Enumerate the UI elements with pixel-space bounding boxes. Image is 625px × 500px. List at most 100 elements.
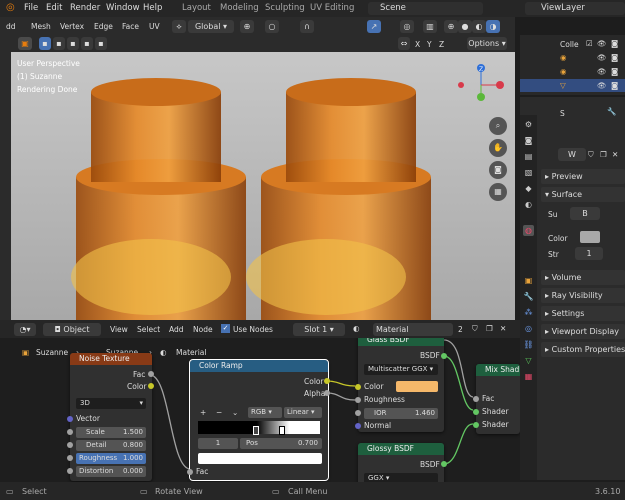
color-swatch[interactable] [580, 231, 600, 243]
stop-index-field[interactable]: 1 [198, 438, 238, 449]
color-ramp-node[interactable]: Color Ramp Color Alpha + − ⌄ RGB ▾ Linea… [187, 359, 330, 481]
orientation-dropdown[interactable]: Global ▾ [188, 20, 234, 33]
tab-layout[interactable]: Layout [182, 3, 211, 13]
glass-bsdf-node[interactable]: Glass BSDF BSDF Multiscatter GGX ▾ Color… [355, 338, 447, 432]
view-layer-selector[interactable]: ViewLayer [525, 2, 625, 15]
socket-vector-in[interactable] [67, 416, 73, 422]
pan-hand-icon[interactable]: ✋ [489, 139, 507, 157]
outliner-checkbox-icon[interactable]: ☑ [586, 39, 593, 48]
material-tab-icon[interactable]: ◍ [523, 225, 534, 236]
socket-ior-in[interactable] [355, 410, 361, 416]
copy-icon[interactable]: ❐ [600, 150, 607, 159]
object-tab-icon[interactable]: ▣ [523, 275, 534, 286]
transform-pivot-button[interactable]: ⟡ [172, 20, 186, 33]
physics-tab-icon[interactable]: ◎ [523, 323, 534, 334]
blender-logo-icon[interactable]: ◎ [6, 2, 15, 13]
menu-view[interactable]: View [110, 325, 128, 334]
gizmo-toggle-button[interactable]: ↗ [367, 20, 381, 33]
socket-distortion-in[interactable] [67, 468, 73, 474]
fake-user-icon[interactable]: ⛉ [472, 324, 478, 334]
mirror-x[interactable]: X [415, 40, 420, 49]
preview-panel[interactable]: ▸ Preview [541, 169, 625, 184]
color-mode-dropdown[interactable]: RGB ▾ [248, 407, 282, 418]
socket-shader-in-1[interactable] [473, 409, 479, 415]
color-ramp-header[interactable]: Color Ramp [190, 360, 328, 372]
noise-scale-field[interactable]: Scale 1.500 [76, 427, 146, 438]
material-slot-field[interactable]: W [558, 148, 586, 161]
custom-properties-panel[interactable]: ▸ Custom Properties [541, 342, 625, 357]
falloff-button[interactable]: ∩ [300, 20, 314, 33]
ramp-stop-1[interactable] [253, 426, 259, 435]
outliner-selected-row[interactable]: ▽ 👁 ◙ [520, 79, 625, 92]
menu-node-add[interactable]: Add [169, 325, 184, 334]
volume-panel[interactable]: ▸ Volume [541, 270, 625, 285]
menu-uv[interactable]: UV [149, 22, 160, 31]
material-users-count[interactable]: 2 [458, 325, 463, 334]
menu-help[interactable]: Help [143, 3, 162, 13]
overlay-button[interactable]: ◎ [400, 20, 414, 33]
outliner-camera-icon[interactable]: ◙ [611, 81, 618, 90]
menu-window[interactable]: Window [106, 3, 140, 13]
menu-face[interactable]: Face [122, 22, 139, 31]
add-stop-button[interactable]: + [200, 408, 206, 417]
ramp-gradient-bar[interactable] [198, 421, 320, 434]
ramp-menu-chevron-icon[interactable]: ⌄ [232, 408, 238, 417]
view-layer-tab-icon[interactable]: ▧ [523, 167, 534, 178]
mix-node-header[interactable]: Mix Shad [476, 364, 520, 376]
socket-scale-in[interactable] [67, 429, 73, 435]
output-tab-icon[interactable]: ▤ [523, 151, 534, 162]
node-editor[interactable]: ▣ Suzanne › Suzanne › ◐ Material Noise T… [0, 338, 520, 482]
select-mode-invert-icon[interactable]: ▪ [81, 37, 93, 50]
modifier-tab-icon[interactable]: 🔧 [523, 291, 534, 302]
material-name-field[interactable]: Material [373, 323, 453, 336]
search-s-label[interactable]: S [560, 109, 565, 118]
shader-type-dropdown[interactable]: ◘ Object [43, 323, 101, 336]
socket-color-in[interactable] [355, 384, 361, 390]
xray-button[interactable]: ▥ [423, 20, 437, 33]
socket-roughness-in[interactable] [355, 397, 361, 403]
select-mode-intersect-icon[interactable]: ▪ [95, 37, 107, 50]
noise-texture-node[interactable]: Noise Texture Fac Color 3D ▾ Vector Scale… [67, 353, 154, 481]
tab-sculpting[interactable]: Sculpting [265, 3, 305, 13]
strength-field[interactable]: 1 [575, 247, 603, 260]
use-nodes-checkbox[interactable]: ✓ [221, 324, 230, 333]
ramp-stop-2[interactable] [279, 426, 285, 435]
shield-icon[interactable]: ⛉ [588, 150, 594, 160]
outliner-camera-icon[interactable]: ◙ [611, 67, 618, 76]
menu-select[interactable]: Select [137, 325, 160, 334]
camera-icon[interactable]: ◙ [489, 161, 507, 179]
remove-stop-button[interactable]: − [216, 408, 222, 417]
proportional-button[interactable]: ○ [265, 20, 279, 33]
socket-fac-in[interactable] [187, 469, 193, 475]
socket-detail-in[interactable] [67, 442, 73, 448]
menu-node[interactable]: Node [193, 325, 213, 334]
menu-vertex[interactable]: Vertex [60, 22, 84, 31]
outliner-eye-icon[interactable]: 👁 [597, 81, 607, 90]
select-mode-extend-icon[interactable]: ▪ [53, 37, 65, 50]
particles-tab-icon[interactable]: ⁂ [523, 307, 534, 318]
glass-ior-field[interactable]: IOR 1.460 [364, 408, 438, 419]
socket-bsdf-out[interactable] [441, 461, 447, 467]
grid-view-icon[interactable]: ▦ [489, 183, 507, 201]
tool-tab-icon[interactable]: ⚙ [523, 119, 534, 130]
socket-fac-out[interactable] [148, 371, 154, 377]
menu-render[interactable]: Render [70, 3, 100, 13]
mix-shader-node[interactable]: Mix Shad Fac Shader Shader [473, 364, 520, 434]
stop-color-swatch[interactable] [198, 453, 322, 464]
glass-color-swatch[interactable] [396, 381, 438, 392]
select-tool-icon[interactable]: ▣ [18, 37, 32, 50]
menu-add[interactable]: dd [6, 22, 16, 31]
options-button[interactable]: Options ▾ [467, 37, 507, 50]
constraints-tab-icon[interactable]: ⛓ [523, 339, 534, 350]
settings-panel[interactable]: ▸ Settings [541, 306, 625, 321]
noise-detail-field[interactable]: Detail 0.800 [76, 440, 146, 451]
3d-viewport[interactable]: User Perspective (1) Suzanne Rendering D… [11, 52, 515, 320]
socket-roughness-in[interactable] [67, 455, 73, 461]
menu-edge[interactable]: Edge [94, 22, 113, 31]
outliner-row-icon[interactable]: ◉ [560, 53, 567, 62]
snap-button[interactable]: ⊕ [240, 20, 254, 33]
socket-shader-in-2[interactable] [473, 422, 479, 428]
tab-modeling[interactable]: Modeling [220, 3, 259, 13]
scene-tab-icon[interactable]: ◆ [523, 183, 534, 194]
outliner-row-icon[interactable]: ◉ [560, 67, 567, 76]
